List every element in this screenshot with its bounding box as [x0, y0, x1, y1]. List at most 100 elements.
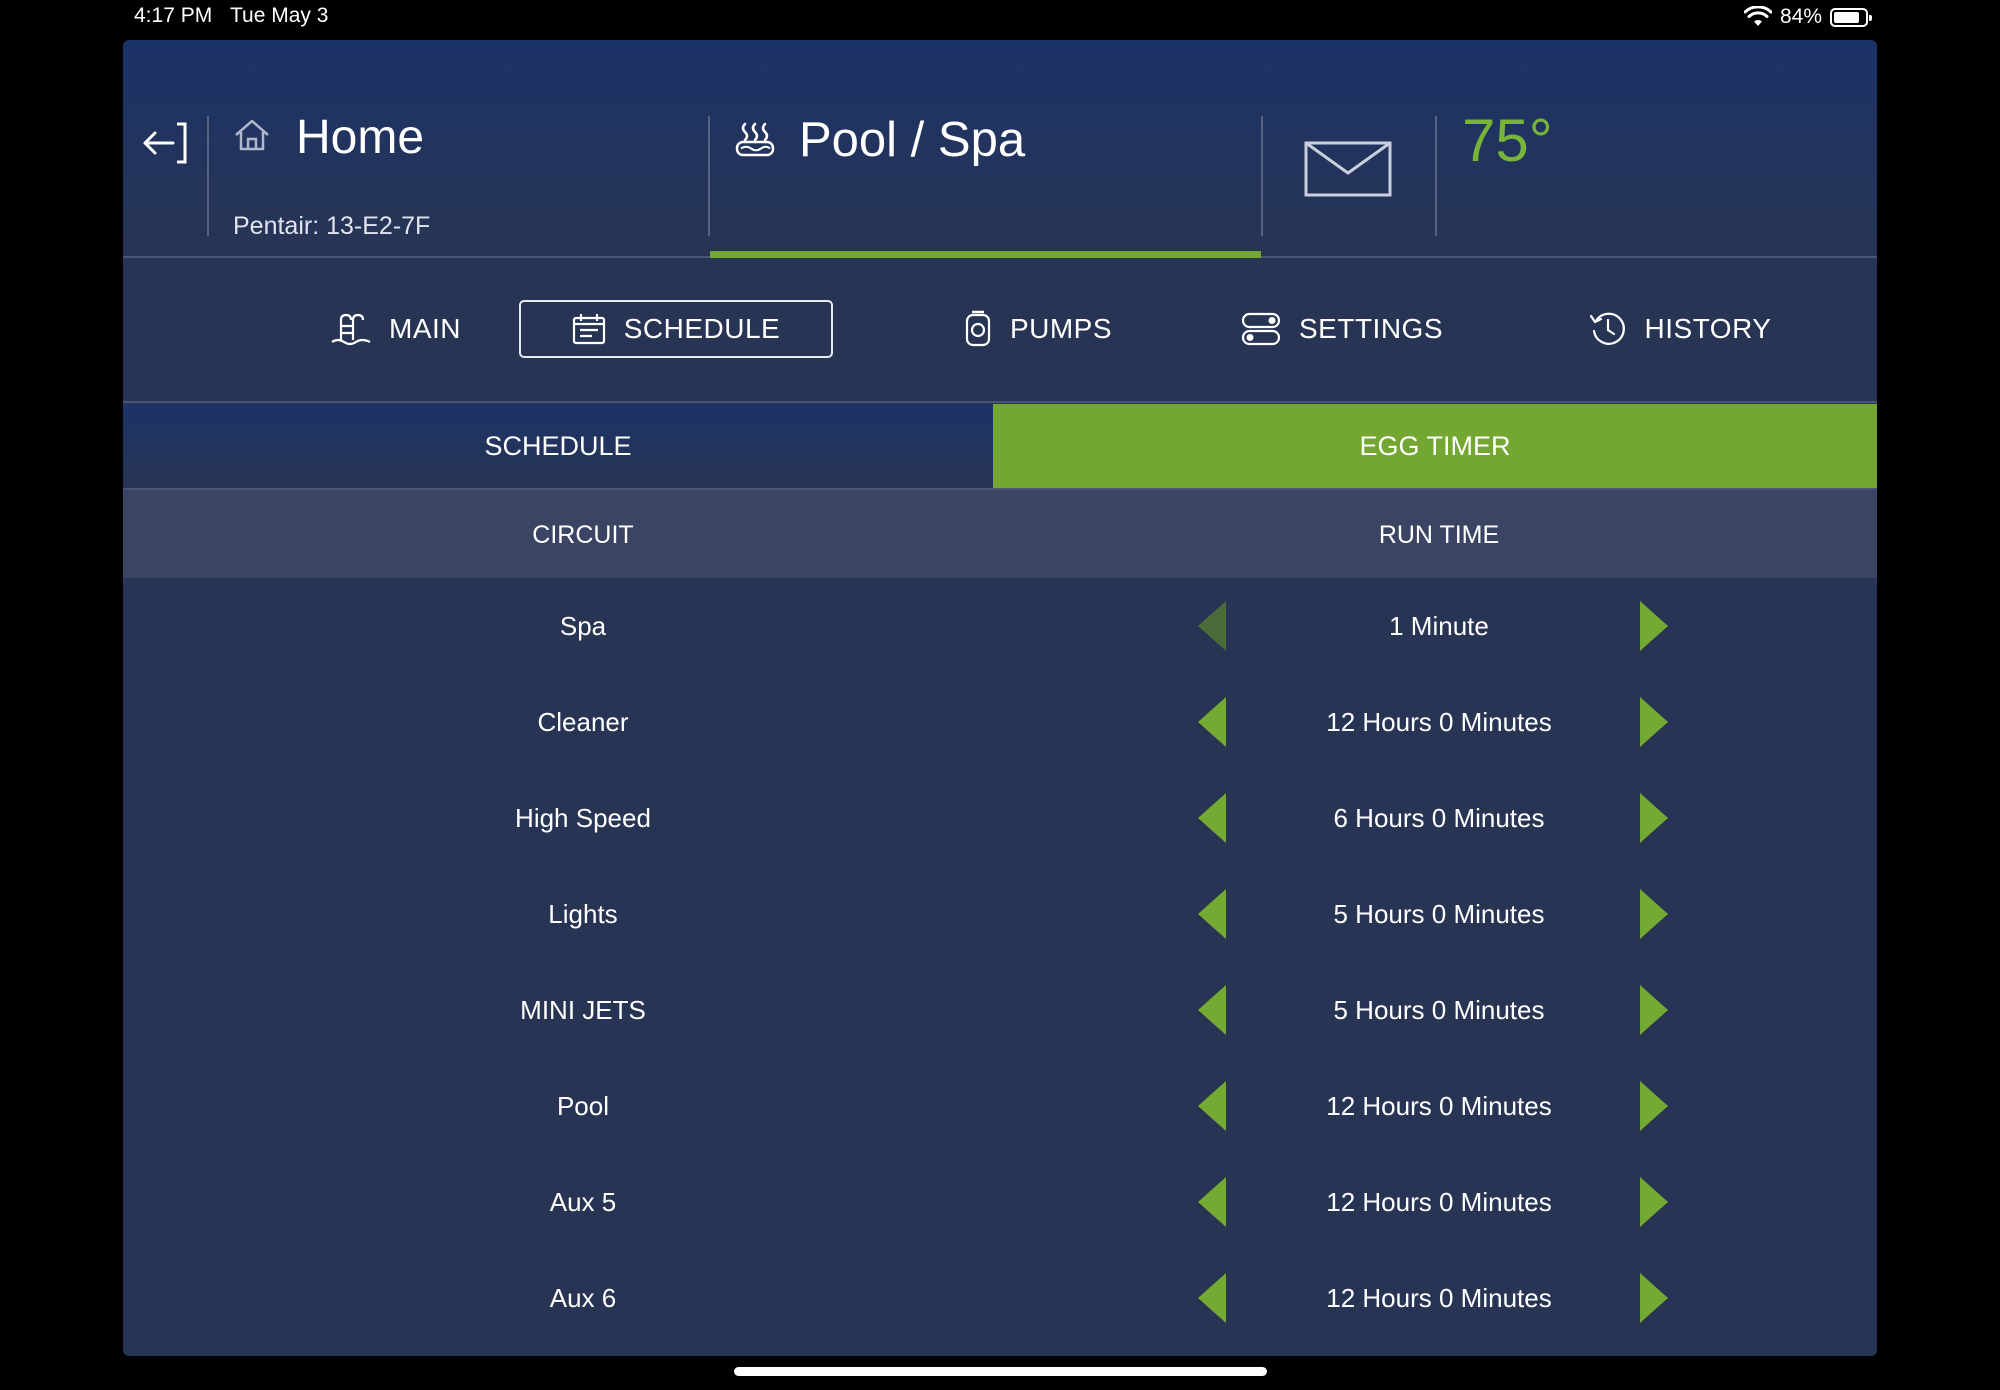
battery-percent: 84%: [1779, 5, 1822, 28]
table-row: MINI JETS 5 Hours 0 Minutes: [123, 962, 1877, 1058]
pool-spa-title[interactable]: Pool / Spa: [799, 112, 1025, 168]
controller-id: Pentair: 13-E2-7F: [233, 212, 431, 240]
decrease-time-button[interactable]: [1187, 697, 1237, 747]
increase-time-button[interactable]: [1629, 601, 1679, 651]
increase-time-button[interactable]: [1629, 697, 1679, 747]
table-row: Cleaner 12 Hours 0 Minutes: [123, 674, 1877, 770]
arrow-left-icon: [1198, 889, 1226, 939]
circuit-name: Aux 6: [549, 1282, 617, 1313]
table-row: Spa 1 Minute: [123, 578, 1877, 674]
home-icon: [235, 119, 269, 151]
home-indicator[interactable]: [734, 1367, 1267, 1376]
arrow-left-icon: [1198, 985, 1226, 1035]
subtab-schedule-label: SCHEDULE: [484, 430, 632, 461]
decrease-time-button[interactable]: [1187, 1273, 1237, 1323]
run-time-value: 5 Hours 0 Minutes: [1333, 994, 1545, 1025]
arrow-right-icon: [1640, 1177, 1668, 1227]
divider: [708, 116, 710, 236]
toggles-icon: [1241, 312, 1281, 346]
table-row: Aux 5 12 Hours 0 Minutes: [123, 1154, 1877, 1250]
exit-icon[interactable]: [141, 118, 189, 168]
status-bar: 4:17 PM Tue May 3 84%: [0, 0, 2000, 34]
nav-history[interactable]: HISTORY: [1555, 300, 1805, 358]
decrease-time-button[interactable]: [1187, 1081, 1237, 1131]
increase-time-button[interactable]: [1629, 1081, 1679, 1131]
home-title[interactable]: Home: [296, 110, 424, 165]
subtab-egg-timer[interactable]: EGG TIMER: [993, 404, 1877, 488]
circuit-name: Aux 5: [549, 1186, 617, 1217]
run-time-value: 5 Hours 0 Minutes: [1333, 898, 1545, 929]
subtabs: SCHEDULE EGG TIMER: [123, 404, 1877, 488]
table-header: CIRCUIT RUN TIME: [123, 488, 1877, 578]
arrow-right-icon: [1640, 985, 1668, 1035]
history-icon: [1589, 312, 1625, 345]
nav-main[interactable]: MAIN: [271, 300, 521, 358]
circuit-name: MINI JETS: [520, 994, 646, 1025]
pump-icon: [965, 310, 991, 347]
mail-icon[interactable]: [1304, 141, 1392, 197]
divider: [1261, 116, 1263, 236]
arrow-left-icon: [1198, 1177, 1226, 1227]
run-time-value: 12 Hours 0 Minutes: [1326, 706, 1552, 737]
subtab-egg-timer-label: EGG TIMER: [1359, 430, 1511, 461]
decrease-time-button[interactable]: [1187, 889, 1237, 939]
arrow-left-icon: [1198, 697, 1226, 747]
run-time-value: 12 Hours 0 Minutes: [1326, 1186, 1552, 1217]
run-time-value: 12 Hours 0 Minutes: [1326, 1282, 1552, 1313]
nav-schedule-label: SCHEDULE: [623, 313, 781, 344]
divider: [207, 116, 209, 236]
nav-settings[interactable]: SETTINGS: [1217, 300, 1467, 358]
run-time-value: 12 Hours 0 Minutes: [1326, 1090, 1552, 1121]
arrow-right-icon: [1640, 889, 1668, 939]
arrow-right-icon: [1640, 601, 1668, 651]
table-row: Pool 12 Hours 0 Minutes: [123, 1058, 1877, 1154]
table-row: Aux 6 12 Hours 0 Minutes: [123, 1250, 1877, 1346]
nav-schedule[interactable]: SCHEDULE: [519, 300, 833, 358]
active-section-underline: [710, 251, 1261, 258]
hot-tub-icon: [735, 122, 775, 157]
temperature-readout: 75°: [1462, 107, 1553, 174]
table-row: Lights 5 Hours 0 Minutes: [123, 866, 1877, 962]
decrease-time-button[interactable]: [1187, 601, 1237, 651]
arrow-right-icon: [1640, 1081, 1668, 1131]
nav-history-label: HISTORY: [1644, 313, 1772, 344]
nav-main-label: MAIN: [389, 313, 461, 344]
app-panel: Home Pentair: 13-E2-7F Pool / Spa 75° MA…: [123, 40, 1877, 1356]
arrow-left-icon: [1198, 1273, 1226, 1323]
nav-pumps[interactable]: PUMPS: [913, 300, 1163, 358]
status-time: 4:17 PM: [134, 4, 213, 27]
arrow-right-icon: [1640, 1273, 1668, 1323]
column-header-run-time: RUN TIME: [1378, 520, 1500, 549]
circuit-name: Cleaner: [537, 706, 629, 737]
circuit-name: Spa: [559, 610, 607, 641]
run-time-value: 6 Hours 0 Minutes: [1333, 802, 1545, 833]
increase-time-button[interactable]: [1629, 889, 1679, 939]
arrow-left-icon: [1198, 1081, 1226, 1131]
main-nav: MAIN SCHEDULE PUMPS SETTINGS HISTORY: [123, 260, 1877, 403]
status-date: Tue May 3: [230, 4, 329, 27]
run-time-value: 1 Minute: [1389, 610, 1489, 641]
table-row: High Speed 6 Hours 0 Minutes: [123, 770, 1877, 866]
nav-pumps-label: PUMPS: [1009, 313, 1113, 344]
increase-time-button[interactable]: [1629, 1273, 1679, 1323]
circuit-name: High Speed: [515, 802, 651, 833]
arrow-right-icon: [1640, 793, 1668, 843]
header: Home Pentair: 13-E2-7F Pool / Spa 75°: [123, 40, 1877, 258]
increase-time-button[interactable]: [1629, 985, 1679, 1035]
divider: [1435, 116, 1437, 236]
column-header-circuit: CIRCUIT: [532, 520, 634, 549]
arrow-right-icon: [1640, 697, 1668, 747]
decrease-time-button[interactable]: [1187, 793, 1237, 843]
wifi-icon: [1743, 6, 1772, 26]
circuit-name: Lights: [548, 898, 618, 929]
decrease-time-button[interactable]: [1187, 985, 1237, 1035]
circuit-name: Pool: [556, 1090, 610, 1121]
decrease-time-button[interactable]: [1187, 1177, 1237, 1227]
increase-time-button[interactable]: [1629, 1177, 1679, 1227]
pool-ladder-icon: [331, 313, 371, 346]
status-indicators: 84%: [1743, 4, 1872, 30]
increase-time-button[interactable]: [1629, 793, 1679, 843]
subtab-schedule[interactable]: SCHEDULE: [123, 404, 993, 488]
battery-icon: [1830, 7, 1872, 27]
arrow-left-icon: [1198, 601, 1226, 651]
